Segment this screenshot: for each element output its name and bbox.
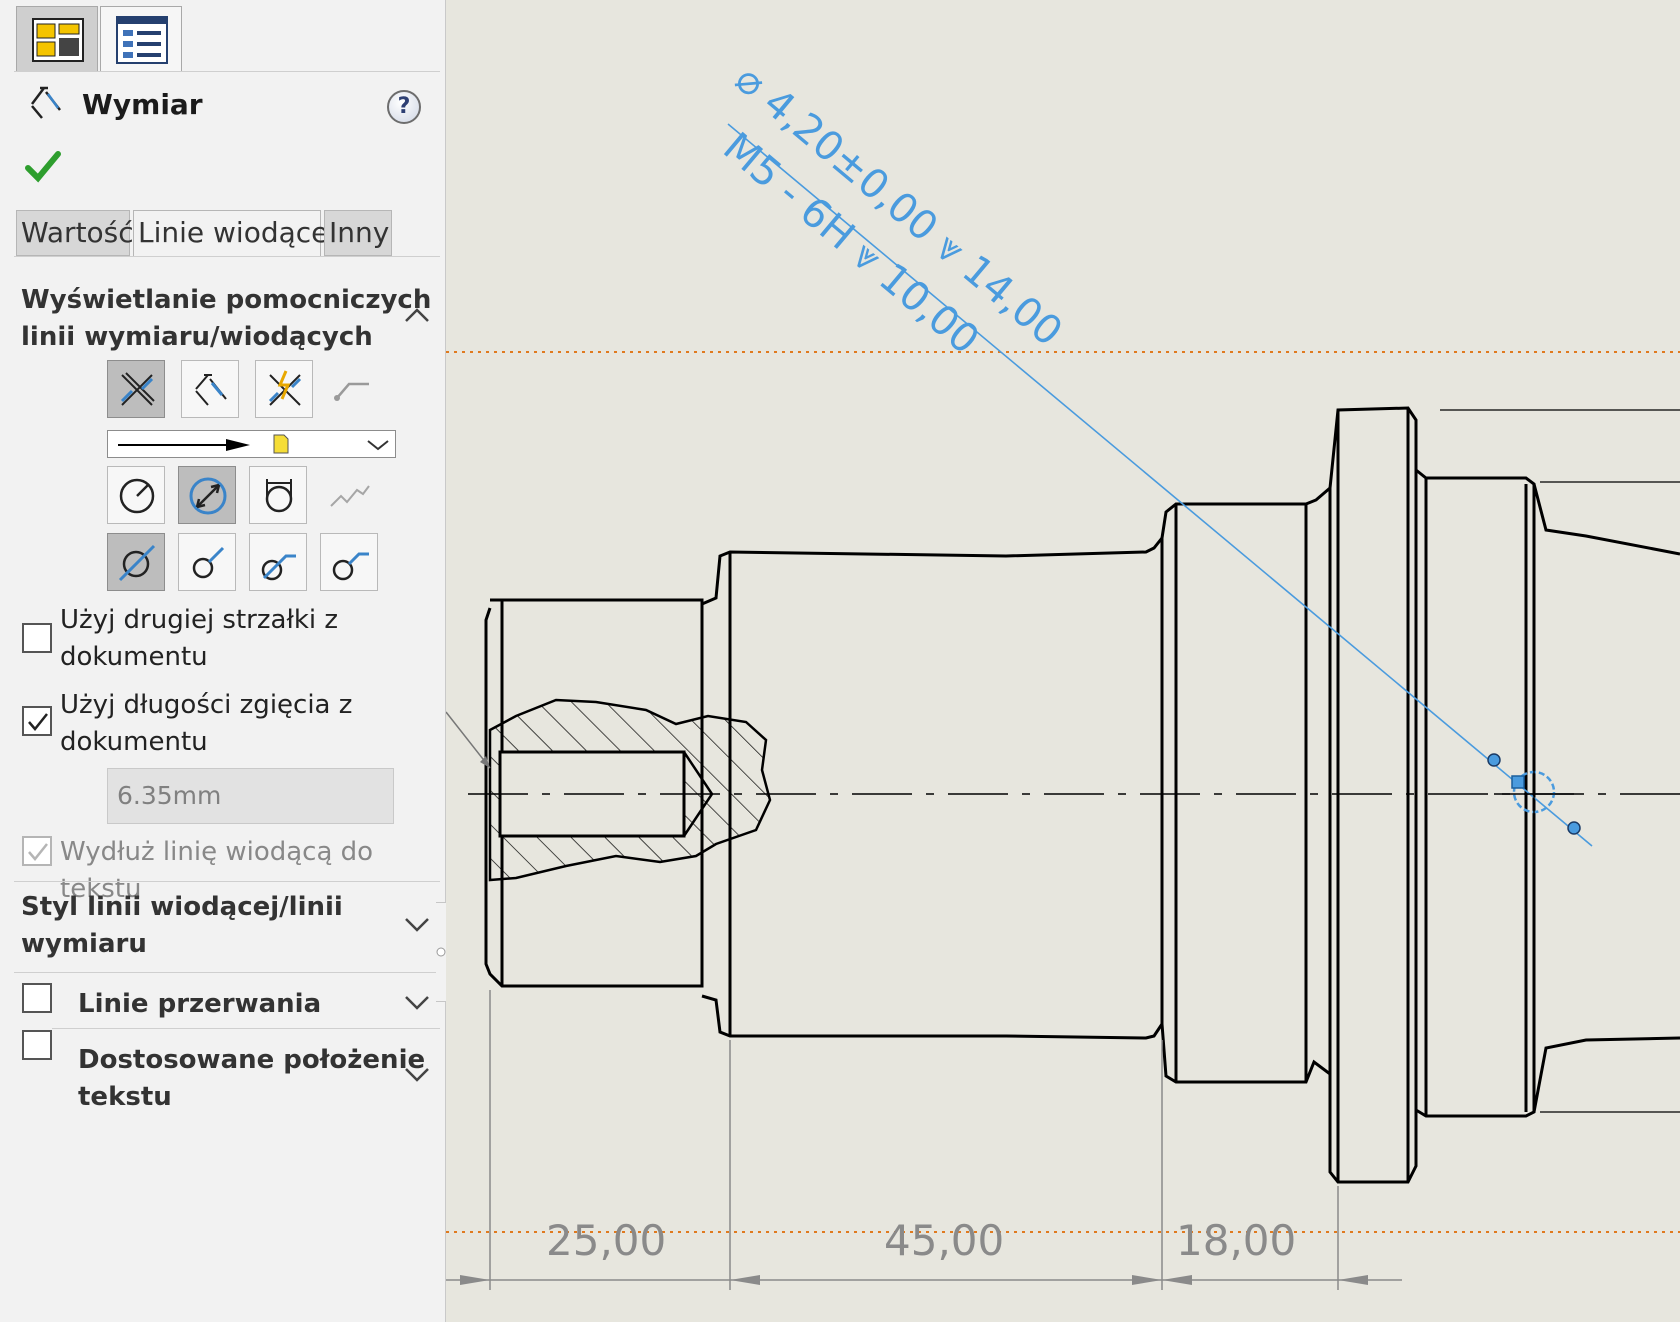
chevron-down-icon[interactable] [404, 915, 430, 933]
chevron-up-icon[interactable] [404, 306, 430, 324]
witness-inside-button[interactable] [181, 360, 239, 418]
second-arrow-label-line2: dokumentu [60, 642, 208, 672]
linear-diameter-icon [265, 479, 293, 513]
section-witness-line2: linii wymiaru/wiodących [21, 322, 373, 352]
property-manager-tab[interactable] [16, 6, 98, 72]
second-arrow-checkbox[interactable] [22, 623, 52, 653]
checkmark-icon [28, 713, 48, 731]
bent-length-label-line1: Użyj długości zgięcia z [60, 690, 353, 720]
bent-length-checkbox[interactable] [22, 706, 52, 736]
tab-value[interactable]: Wartość [16, 210, 134, 256]
property-manager-icon [32, 18, 84, 62]
section-break-lines-title[interactable]: Linie przerwania [78, 986, 321, 1023]
section-leader-style-line1: Styl linii wiodącej/linii [21, 892, 343, 922]
bent-length-field[interactable]: 6.35mm [107, 768, 394, 824]
bent-leader-icon[interactable] [331, 372, 375, 406]
witness-outside-button[interactable] [107, 360, 165, 418]
dimension-inside-icon [195, 374, 227, 406]
smart-arrows-icon [268, 370, 302, 406]
section-witness-title[interactable]: Wyświetlanie pomocniczych linii wymiaru/… [21, 282, 431, 356]
tab-other[interactable]: Inny [324, 210, 392, 256]
leader-bent-button[interactable] [249, 533, 307, 591]
leader-through-button[interactable] [107, 533, 165, 591]
feature-tree-icon [116, 16, 168, 64]
shaft-drawing [446, 123, 1680, 1290]
section-leader-style-line2: wymiaru [21, 929, 147, 959]
checkmark-icon [28, 843, 48, 861]
custom-text-position-checkbox[interactable] [22, 1030, 52, 1060]
tab-leaders[interactable]: Linie wiodące [133, 210, 328, 256]
property-manager-panel: Wymiar ? Wartość Linie wiodące Inny Wyśw… [0, 0, 446, 1322]
dimension-18[interactable]: 18,00 [1176, 1216, 1296, 1265]
dimension-45[interactable]: 45,00 [884, 1216, 1004, 1265]
bent-length-label-line2: dokumentu [60, 727, 208, 757]
feature-tree-tab[interactable] [100, 6, 182, 72]
diameter-icon [189, 477, 227, 515]
section-witness-line1: Wyświetlanie pomocniczych [21, 285, 432, 315]
leader-through-icon [118, 544, 156, 582]
arrow-style-preview-icon [118, 434, 389, 454]
foreshortened-icon[interactable] [327, 478, 371, 512]
diameter-two-arrows-button[interactable] [178, 466, 236, 524]
leader-outside-icon [192, 546, 225, 579]
chevron-down-icon[interactable] [404, 993, 430, 1011]
section-custom-text-line2: tekstu [78, 1082, 172, 1112]
leader-horizontal-icon [332, 552, 369, 581]
extend-leader-checkbox[interactable] [22, 836, 52, 866]
arrows-outside-icon [120, 372, 155, 406]
section-custom-text-line1: Dostosowane położenie [78, 1045, 426, 1075]
witness-smart-button[interactable] [255, 360, 313, 418]
page-title: Wymiar [82, 88, 203, 121]
leader-outside-button[interactable] [178, 533, 236, 591]
help-button[interactable]: ? [387, 90, 421, 124]
linear-diameter-button[interactable] [249, 466, 307, 524]
drawing-canvas[interactable]: ⌀ 4,20±0,00 ⩔ 14,00 M5 - 6H ⩔ 10,00 25,0… [446, 0, 1680, 1322]
dimension-25[interactable]: 25,00 [546, 1216, 666, 1265]
chevron-down-icon[interactable] [404, 1065, 430, 1083]
ok-checkmark-button[interactable] [24, 150, 62, 184]
section-custom-text-title[interactable]: Dostosowane położenie tekstu [78, 1042, 425, 1116]
second-arrow-label: Użyj drugiej strzałki z dokumentu [60, 602, 338, 676]
arrow-style-select[interactable] [107, 430, 396, 458]
break-lines-checkbox[interactable] [22, 983, 52, 1013]
help-icon: ? [397, 94, 411, 119]
radius-icon [119, 478, 155, 514]
leader-horizontal-button[interactable] [320, 533, 378, 591]
radial-one-arrow-button[interactable] [107, 466, 165, 524]
bent-length-label: Użyj długości zgięcia z dokumentu [60, 687, 352, 761]
dimension-icon [31, 86, 61, 119]
section-leader-style-title[interactable]: Styl linii wiodącej/linii wymiaru [21, 889, 343, 963]
leader-bent-icon [261, 554, 296, 581]
second-arrow-label-line1: Użyj drugiej strzałki z [60, 605, 339, 635]
